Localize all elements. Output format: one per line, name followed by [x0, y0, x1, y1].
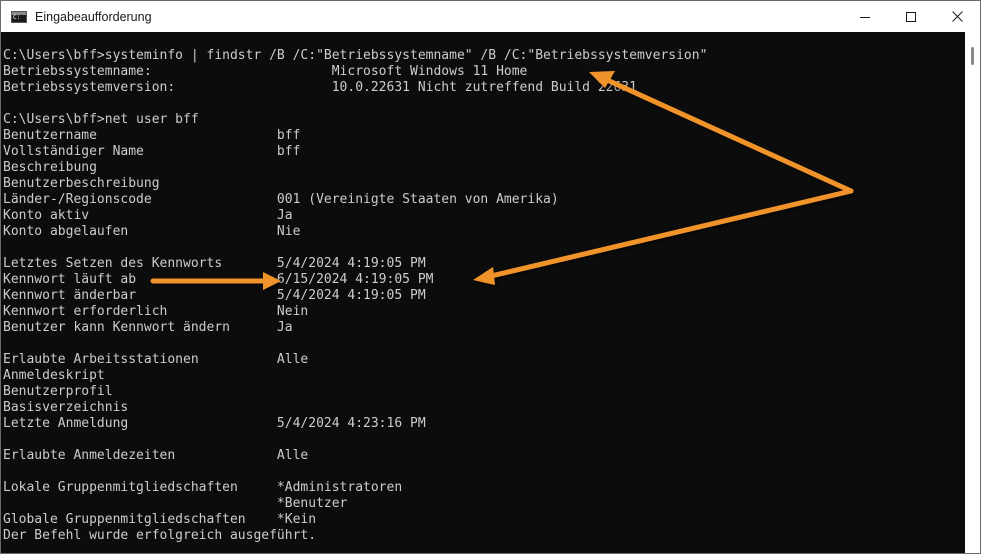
console-line: Lokale Gruppenmitgliedschaften *Administ… [3, 480, 403, 495]
scroll-thumb[interactable] [971, 47, 974, 65]
console-line: Der Befehl wurde erfolgreich ausgeführt. [3, 528, 317, 543]
console-line: Anmeldeskript [3, 368, 105, 383]
console-line: Benutzer kann Kennwort ändern Ja [3, 320, 293, 335]
console-line: Betriebssystemname: Microsoft Windows 11… [3, 64, 528, 79]
command-prompt-icon [11, 10, 27, 23]
maximize-button[interactable] [888, 1, 934, 32]
console-line: Länder-/Regionscode 001 (Vereinigte Staa… [3, 192, 559, 207]
console-line: *Benutzer [3, 496, 348, 511]
close-icon [951, 11, 963, 22]
console-output[interactable]: C:\Users\bff>systeminfo | findstr /B /C:… [1, 32, 965, 553]
console-line: Erlaubte Anmeldezeiten Alle [3, 448, 309, 463]
title-bar[interactable]: Eingabeaufforderung [1, 1, 980, 32]
console-line: Beschreibung [3, 160, 97, 175]
window-title: Eingabeaufforderung [35, 9, 152, 24]
console-line: Benutzername bff [3, 128, 301, 143]
console-line: Kennwort erforderlich Nein [3, 304, 309, 319]
console-line: Konto abgelaufen Nie [3, 224, 301, 239]
console-line: Betriebssystemversion: 10.0.22631 Nicht … [3, 80, 637, 95]
console-line: Globale Gruppenmitgliedschaften *Kein [3, 512, 317, 527]
minimize-button[interactable] [842, 1, 888, 32]
console-line: Konto aktiv Ja [3, 208, 293, 223]
console-line: Kennwort läuft ab 6/15/2024 4:19:05 PM [3, 272, 434, 287]
maximize-icon [906, 11, 916, 22]
console-line: Letztes Setzen des Kennworts 5/4/2024 4:… [3, 256, 426, 271]
minimize-icon [860, 16, 870, 18]
console-line: Vollständiger Name bff [3, 144, 301, 159]
console-lines: C:\Users\bff>systeminfo | findstr /B /C:… [3, 48, 707, 544]
console-line: Erlaubte Arbeitsstationen Alle [3, 352, 309, 367]
console-line: C:\Users\bff>net user bff [3, 112, 199, 127]
close-button[interactable] [934, 1, 980, 32]
console-line: Benutzerprofil [3, 384, 113, 399]
console-line: Benutzerbeschreibung [3, 176, 160, 191]
console-line: Basisverzeichnis [3, 400, 129, 415]
window-controls [842, 1, 980, 32]
command-prompt-window: Eingabeaufforderung C:\Users\bff>system [0, 0, 981, 554]
console-line: Letzte Anmeldung 5/4/2024 4:23:16 PM [3, 416, 426, 431]
console-line: C:\Users\bff>systeminfo | findstr /B /C:… [3, 48, 708, 63]
console-line: Kennwort änderbar 5/4/2024 4:19:05 PM [3, 288, 426, 303]
vertical-scrollbar[interactable] [965, 32, 980, 553]
